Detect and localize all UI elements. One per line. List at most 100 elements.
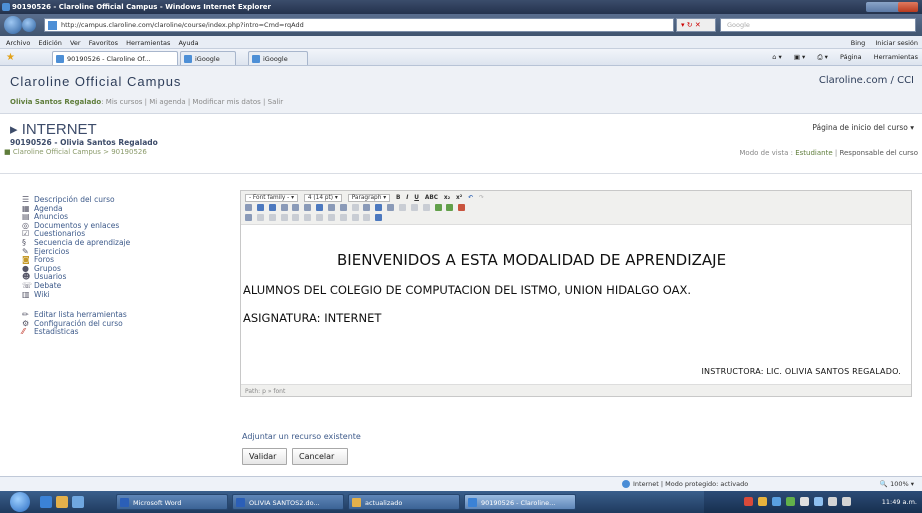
search-input[interactable]: Google — [720, 18, 916, 32]
delete-row-icon[interactable] — [304, 214, 312, 221]
task-folder[interactable]: actualizado — [348, 494, 460, 510]
underline-button[interactable]: U — [414, 195, 419, 201]
bing-search[interactable]: Bing — [851, 39, 866, 47]
claroline-link[interactable]: Claroline.com / CCI — [819, 75, 914, 86]
tray-icon-6[interactable] — [814, 497, 823, 506]
tool-debate[interactable]: ☏ Debate — [22, 281, 222, 291]
tool-wiki[interactable]: ▥ Wiki — [22, 290, 222, 300]
horizontal-rule-icon[interactable] — [398, 204, 406, 211]
subscript-button[interactable]: x₂ — [444, 195, 450, 201]
bullet-list-icon[interactable] — [327, 204, 335, 211]
menu-ayuda[interactable]: Ayuda — [178, 39, 198, 47]
url-input[interactable]: http://campus.claroline.com/claroline/co… — [44, 18, 674, 32]
home-icon[interactable]: ⌂ ▾ — [772, 53, 781, 61]
user-links[interactable]: : Mis cursos | Mi agenda | Modificar mis… — [101, 98, 283, 106]
merge-cells-icon[interactable] — [363, 214, 371, 221]
unlink-icon[interactable] — [422, 204, 430, 211]
tool-estadisticas[interactable]: ⁄⁄ Estadísticas — [22, 328, 222, 337]
tray-icon-2[interactable] — [758, 497, 767, 506]
cut-icon[interactable] — [245, 204, 252, 211]
task-word[interactable]: Microsoft Word — [116, 494, 228, 510]
strikethrough-button[interactable]: ABC — [425, 195, 438, 201]
course-home-select[interactable]: Página de inicio del curso ▾ — [812, 123, 914, 132]
window-title-bar: 90190526 - Claroline Official Campus - W… — [0, 0, 922, 14]
align-justify-icon[interactable] — [316, 204, 324, 211]
favorite-igoogle[interactable]: iGoogle — [248, 51, 308, 65]
format-select[interactable]: Paragraph ▾ — [347, 194, 391, 202]
menu-herramientas[interactable]: Herramientas — [126, 39, 170, 47]
col-before-icon[interactable] — [316, 214, 324, 221]
network-icon[interactable] — [828, 497, 837, 506]
align-center-icon[interactable] — [292, 204, 300, 211]
task-document[interactable]: OLIVIA SANTOS2.do... — [232, 494, 344, 510]
desktop-quicklaunch-icon[interactable] — [72, 496, 84, 508]
ie-quicklaunch-icon[interactable] — [40, 496, 52, 508]
favorites-star-icon[interactable]: ★ — [6, 52, 15, 63]
menu-ver[interactable]: Ver — [70, 39, 81, 47]
site-title[interactable]: Claroline Official Campus — [10, 74, 181, 89]
view-manager-link[interactable]: Responsable del curso — [839, 149, 918, 157]
bold-button[interactable]: B — [396, 195, 400, 201]
undo-icon[interactable]: ↶ — [468, 195, 473, 201]
font-size-select[interactable]: 4 (14 pt) ▾ — [303, 194, 342, 202]
refresh-stop-controls[interactable]: ▾ ↻ ✕ — [676, 18, 716, 32]
copy-icon[interactable] — [256, 204, 264, 211]
table-insert-icon[interactable] — [245, 214, 252, 221]
menu-archivo[interactable]: Archivo — [6, 39, 30, 47]
link-icon[interactable] — [410, 204, 418, 211]
tray-icon-5[interactable] — [800, 497, 809, 506]
numbered-list-icon[interactable] — [339, 204, 347, 211]
outdent-icon[interactable] — [351, 204, 359, 211]
cancel-button[interactable]: Cancelar — [292, 448, 348, 465]
page-menu[interactable]: Página — [840, 53, 862, 61]
back-button[interactable] — [4, 16, 22, 34]
align-left-icon[interactable] — [280, 204, 288, 211]
forward-button[interactable] — [22, 18, 36, 32]
tray-icon-3[interactable] — [772, 497, 781, 506]
menu-favoritos[interactable]: Favoritos — [89, 39, 118, 47]
feeds-icon[interactable]: ▣ ▾ — [794, 53, 805, 61]
breadcrumb[interactable]: ■ Claroline Official Campus > 90190526 — [4, 148, 147, 156]
col-after-icon[interactable] — [327, 214, 335, 221]
highlight-icon[interactable] — [387, 204, 395, 211]
tray-icon-1[interactable] — [744, 497, 753, 506]
image-icon[interactable] — [434, 204, 442, 211]
row-before-icon[interactable] — [280, 214, 288, 221]
italic-button[interactable]: I — [406, 195, 408, 201]
redo-icon[interactable]: ↷ — [479, 195, 484, 201]
tab-claroline[interactable]: 90190526 - Claroline Of... — [52, 51, 178, 65]
tab-igoogle[interactable]: iGoogle — [180, 51, 236, 65]
table-icon[interactable] — [446, 204, 454, 211]
start-button[interactable] — [10, 492, 30, 512]
print-icon[interactable]: ⎙ ▾ — [817, 53, 828, 61]
user-name[interactable]: Olivia Santos Regalado — [10, 98, 101, 106]
tray-icon-4[interactable] — [786, 497, 795, 506]
font-family-select[interactable]: - Font family - ▾ — [245, 194, 298, 202]
menu-edicion[interactable]: Edición — [38, 39, 62, 47]
superscript-button[interactable]: x² — [456, 195, 462, 201]
validate-button[interactable]: Validar — [242, 448, 287, 465]
sign-in-link[interactable]: Iniciar sesión — [875, 39, 918, 47]
cell-props-icon[interactable] — [268, 214, 276, 221]
delete-col-icon[interactable] — [339, 214, 347, 221]
paste-icon[interactable] — [268, 204, 276, 211]
text-color-icon[interactable] — [375, 204, 383, 211]
close-icon[interactable] — [898, 2, 918, 12]
row-after-icon[interactable] — [292, 214, 300, 221]
tools-menu[interactable]: Herramientas — [874, 53, 918, 61]
volume-icon[interactable] — [842, 497, 851, 506]
align-right-icon[interactable] — [304, 204, 312, 211]
window-controls[interactable] — [866, 2, 918, 12]
editor-content[interactable]: BIENVENIDOS A ESTA MODALIDAD DE APRENDIZ… — [241, 225, 911, 385]
html-icon[interactable] — [458, 204, 466, 211]
view-student-link[interactable]: Estudiante — [795, 149, 832, 157]
zoom-level[interactable]: 🔍 100% ▾ — [880, 480, 914, 488]
indent-icon[interactable] — [363, 204, 371, 211]
folder-quicklaunch-icon[interactable] — [56, 496, 68, 508]
task-ie[interactable]: 90190526 - Claroline... — [464, 494, 576, 510]
split-cells-icon[interactable] — [351, 214, 359, 221]
row-props-icon[interactable] — [256, 214, 264, 221]
attach-resource-link[interactable]: Adjuntar un recurso existente — [242, 432, 361, 441]
media-icon[interactable] — [375, 214, 383, 221]
clock[interactable]: 11:49 a.m. — [882, 498, 917, 506]
